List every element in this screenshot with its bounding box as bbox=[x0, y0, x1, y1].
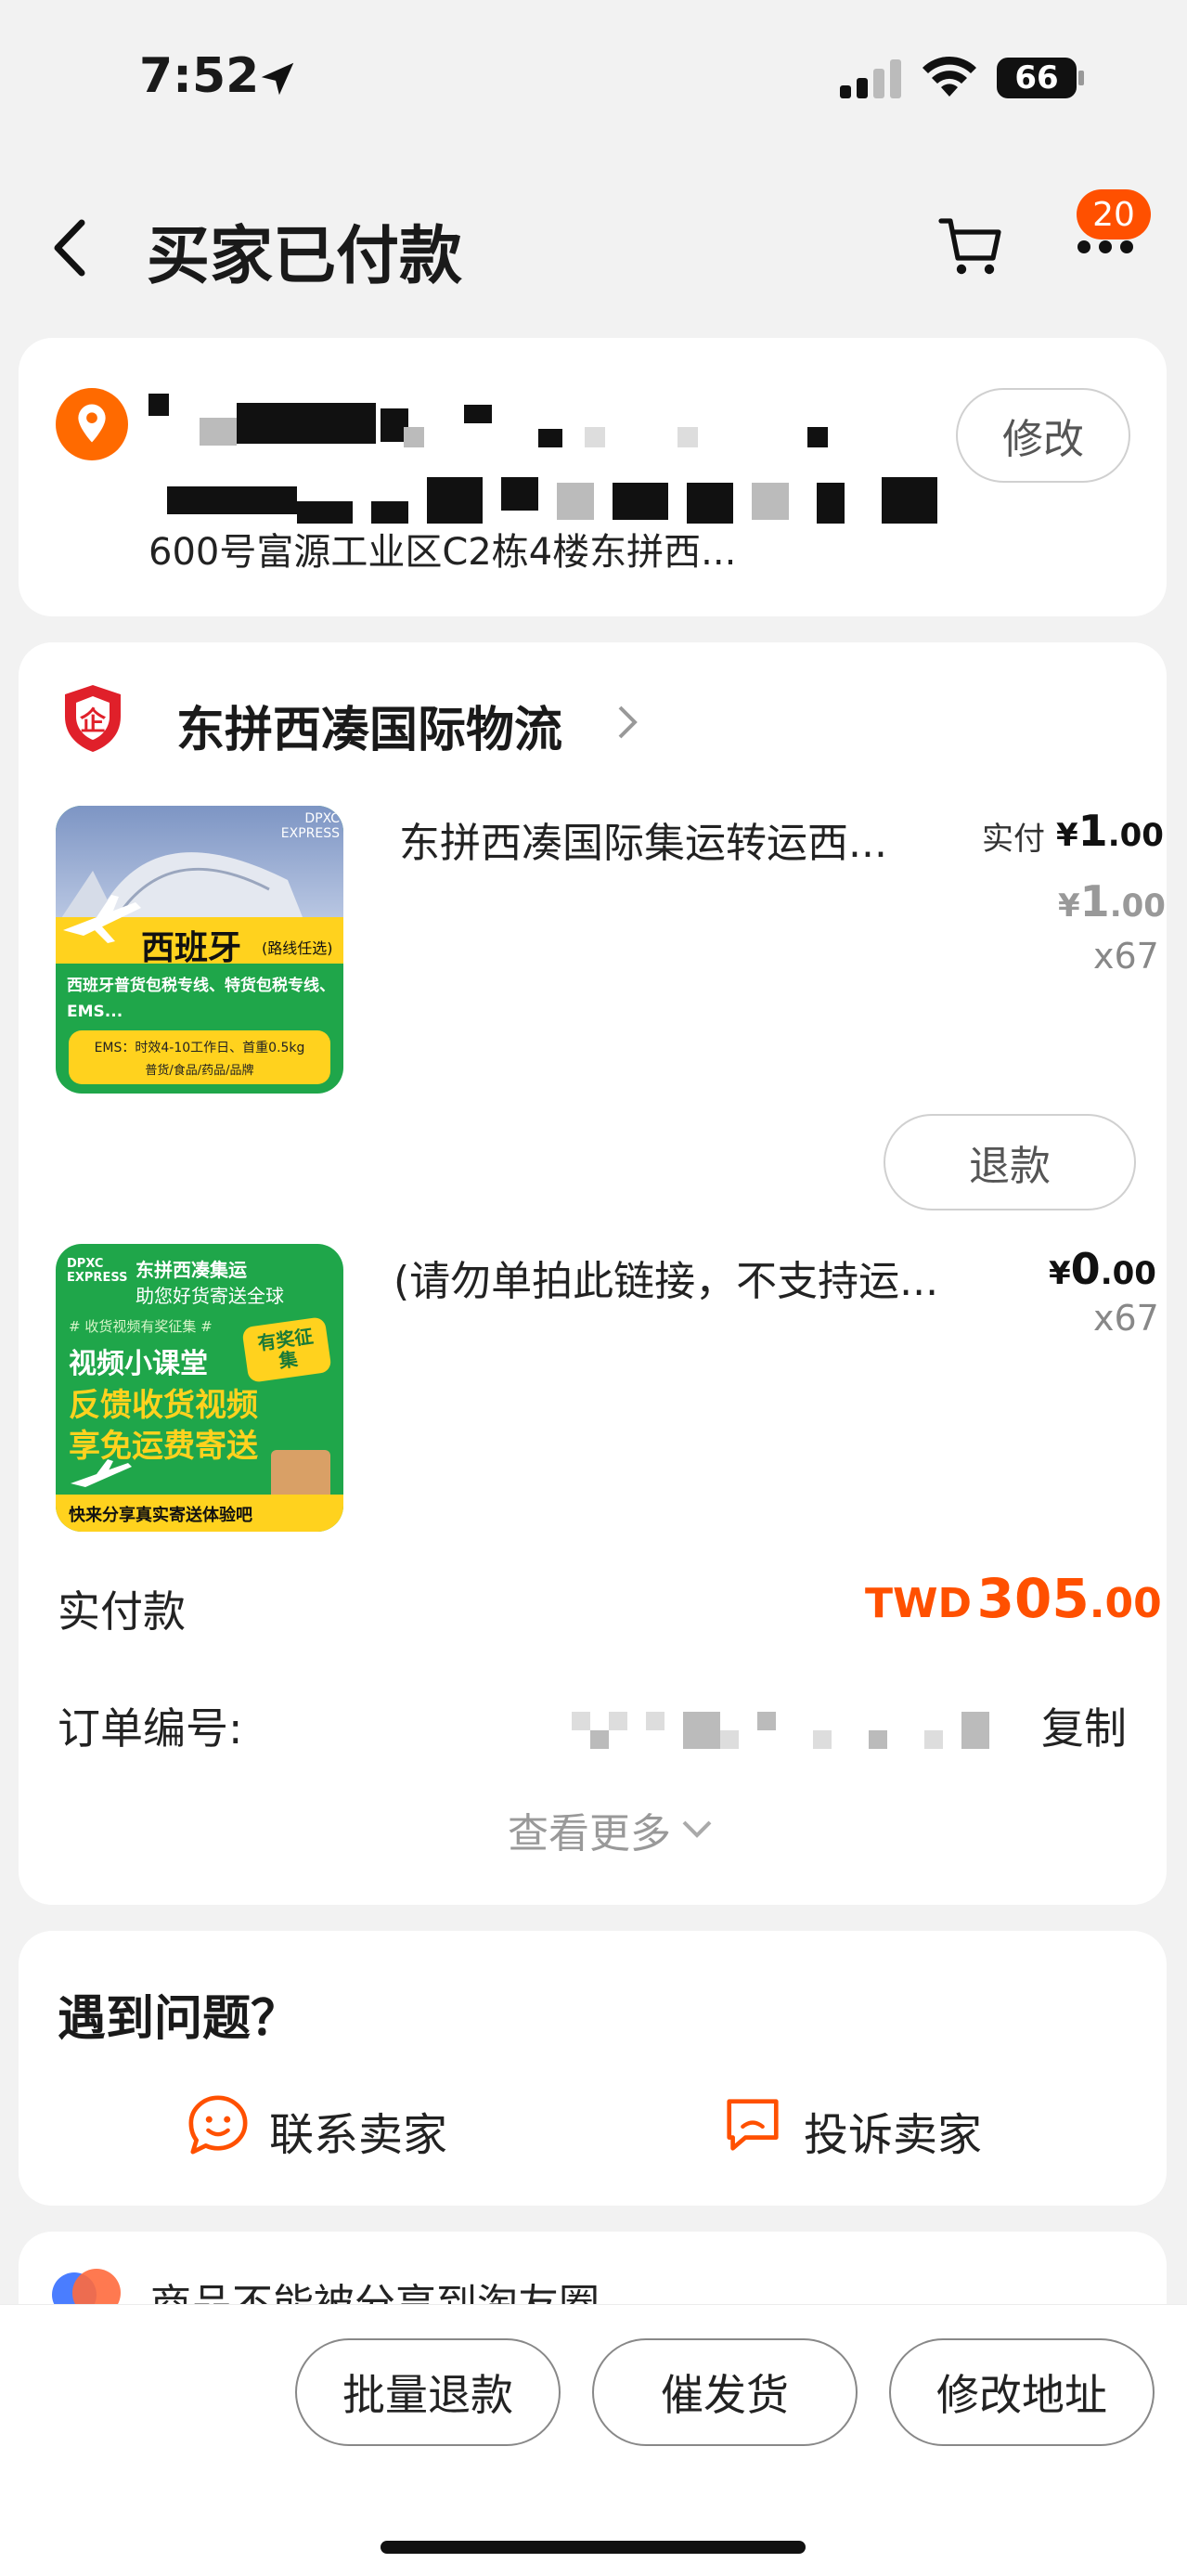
thumb-ems-line1: EMS：时效4-10工作日、首重0.5kg bbox=[94, 1041, 305, 1055]
price-2: ¥0.00 bbox=[1049, 1244, 1156, 1294]
total-currency: TWD bbox=[865, 1580, 973, 1627]
thumb-route-note: (路线任选) bbox=[262, 939, 333, 957]
enterprise-shield-icon: 企 bbox=[65, 685, 121, 752]
thumb2-company: 东拼西凑集运 bbox=[135, 1259, 247, 1281]
badge-count: 20 bbox=[1092, 195, 1135, 234]
header: 买家已付款 20 bbox=[0, 176, 1187, 316]
thumb-ems-box: EMS：时效4-10工作日、首重0.5kg 普货/食品/药品/品牌 bbox=[69, 1030, 330, 1084]
chevron-down-icon bbox=[682, 1820, 712, 1838]
quantity-1: x67 bbox=[1093, 936, 1159, 977]
thumb2-line2: 反馈收货视频 bbox=[69, 1387, 258, 1424]
product-title-2: (请勿单拍此链接，不支持运... bbox=[394, 1258, 939, 1305]
urge-shipment-label: 催发货 bbox=[661, 2370, 789, 2420]
more-menu-button[interactable] bbox=[1077, 238, 1134, 256]
edit-address-button[interactable]: 修改 bbox=[956, 388, 1130, 483]
cart-icon[interactable] bbox=[935, 210, 1006, 280]
original-price-1: ¥1.00 bbox=[1058, 876, 1166, 926]
price2-dec: .00 bbox=[1100, 1255, 1156, 1292]
price2-currency: ¥ bbox=[1049, 1255, 1071, 1292]
orig-dec: .00 bbox=[1109, 887, 1166, 925]
contact-seller-label: 联系卖家 bbox=[269, 2109, 448, 2161]
battery-icon: 66 bbox=[997, 58, 1077, 98]
shop-name: 东拼西凑国际物流 bbox=[176, 703, 563, 758]
address-card: 600号富源工业区C2栋4楼东拼西... 修改 bbox=[19, 338, 1167, 616]
change-address-button[interactable]: 修改地址 bbox=[889, 2338, 1155, 2446]
refund-label: 退款 bbox=[969, 1143, 1051, 1190]
contact-seller-button[interactable]: 联系卖家 bbox=[186, 2087, 483, 2161]
batch-refund-label: 批量退款 bbox=[342, 2370, 513, 2420]
complain-seller-label: 投诉卖家 bbox=[804, 2109, 983, 2161]
refund-button[interactable]: 退款 bbox=[884, 1114, 1136, 1210]
thumb2-badge-label: 有奖征集 bbox=[256, 1325, 315, 1373]
order-card: 企 东拼西凑国际物流 DPXC EXPRESS 西班牙 (路线任选) 西班牙普货… bbox=[19, 642, 1167, 1905]
view-more-label: 查看更多 bbox=[508, 1810, 671, 1858]
thumb2-footer: 快来分享真实寄送体验吧 bbox=[69, 1506, 252, 1525]
thumb-country: 西班牙 bbox=[141, 929, 242, 967]
thumb-desc: 西班牙普货包税专线、特货包税专线、EMS... bbox=[67, 977, 335, 1021]
thumb2-badge: 有奖征集 bbox=[241, 1316, 332, 1383]
battery-tip bbox=[1078, 71, 1084, 85]
chat-bubble-icon bbox=[188, 2095, 248, 2155]
thumb2-tag: # 收货视频有奖征集 # bbox=[69, 1318, 213, 1335]
airplane-icon bbox=[71, 1459, 132, 1487]
page-title: 买家已付款 bbox=[147, 220, 463, 293]
change-address-label: 修改地址 bbox=[936, 2370, 1107, 2420]
product-thumbnail-2: DPXC EXPRESS 东拼西凑集运 助您好货寄送全球 # 收货视频有奖征集 … bbox=[56, 1244, 343, 1532]
help-title: 遇到问题？ bbox=[58, 1991, 300, 2047]
price2-int: 0 bbox=[1070, 1244, 1101, 1294]
orig-currency: ¥ bbox=[1058, 887, 1080, 925]
address-detail: 600号富源工业区C2栋4楼东拼西... bbox=[148, 531, 737, 574]
paid-label: 实付 bbox=[982, 821, 1045, 858]
quantity-2: x67 bbox=[1093, 1298, 1159, 1339]
complain-seller-button[interactable]: 投诉卖家 bbox=[720, 2087, 1017, 2161]
shop-header[interactable]: 企 东拼西凑国际物流 bbox=[61, 683, 711, 758]
thumb-ems-line2: 普货/食品/药品/品牌 bbox=[145, 1064, 254, 1078]
paid-currency: ¥ bbox=[1056, 817, 1078, 854]
thumb-brand: DPXC EXPRESS bbox=[280, 811, 340, 841]
view-more-button[interactable]: 查看更多 bbox=[481, 1797, 741, 1862]
paid-price-1: ¥1.00 bbox=[1056, 806, 1164, 856]
batch-refund-button[interactable]: 批量退款 bbox=[295, 2338, 561, 2446]
paid-dec: .00 bbox=[1107, 817, 1164, 854]
help-card: 遇到问题？ 联系卖家 投诉卖家 bbox=[19, 1931, 1167, 2206]
wifi-icon bbox=[923, 56, 976, 97]
product-thumbnail-1: DPXC EXPRESS 西班牙 (路线任选) 西班牙普货包税专线、特货包税专线… bbox=[56, 806, 343, 1094]
order-number-label: 订单编号: bbox=[58, 1703, 243, 1754]
location-pin-icon bbox=[56, 388, 128, 460]
complaint-bubble-icon bbox=[727, 2099, 779, 2151]
status-time: 7:52 bbox=[139, 48, 260, 104]
total-dec: .00 bbox=[1089, 1580, 1162, 1627]
status-bar: 7:52 66 bbox=[0, 0, 1187, 149]
total-int: 305 bbox=[976, 1567, 1090, 1630]
total-label: 实付款 bbox=[58, 1586, 186, 1637]
more-dots-icon bbox=[1077, 240, 1133, 253]
chevron-right-icon bbox=[618, 705, 638, 739]
orig-int: 1 bbox=[1079, 876, 1110, 926]
back-arrow-icon[interactable] bbox=[48, 217, 89, 278]
product-title-1: 东拼西凑国际集运转运西... bbox=[399, 820, 887, 867]
message-count-badge: 20 bbox=[1077, 189, 1151, 239]
total-amount: TWD 305.00 bbox=[865, 1567, 1162, 1630]
edit-address-label: 修改 bbox=[1002, 416, 1084, 463]
airplane-icon bbox=[63, 895, 141, 943]
location-arrow-icon bbox=[261, 62, 294, 96]
bottom-action-bar: 批量退款 催发货 修改地址 bbox=[0, 2304, 1187, 2576]
paid-int: 1 bbox=[1077, 806, 1108, 856]
thumb2-line1: 视频小课堂 bbox=[69, 1348, 208, 1380]
thumb2-slogan: 助您好货寄送全球 bbox=[135, 1285, 284, 1307]
order-item-2[interactable]: DPXC EXPRESS 东拼西凑集运 助您好货寄送全球 # 收货视频有奖征集 … bbox=[56, 1244, 1159, 1541]
urge-shipment-button[interactable]: 催发货 bbox=[592, 2338, 858, 2446]
signal-icon bbox=[840, 59, 901, 98]
svg-text:企: 企 bbox=[80, 705, 107, 736]
battery-level: 66 bbox=[1014, 59, 1059, 97]
home-indicator bbox=[381, 2541, 806, 2554]
thumb2-brand: DPXC EXPRESS bbox=[67, 1257, 128, 1285]
order-item-1[interactable]: DPXC EXPRESS 西班牙 (路线任选) 西班牙普货包税专线、特货包税专线… bbox=[56, 806, 1166, 1103]
copy-order-number-button[interactable]: 复制 bbox=[1041, 1695, 1127, 1756]
